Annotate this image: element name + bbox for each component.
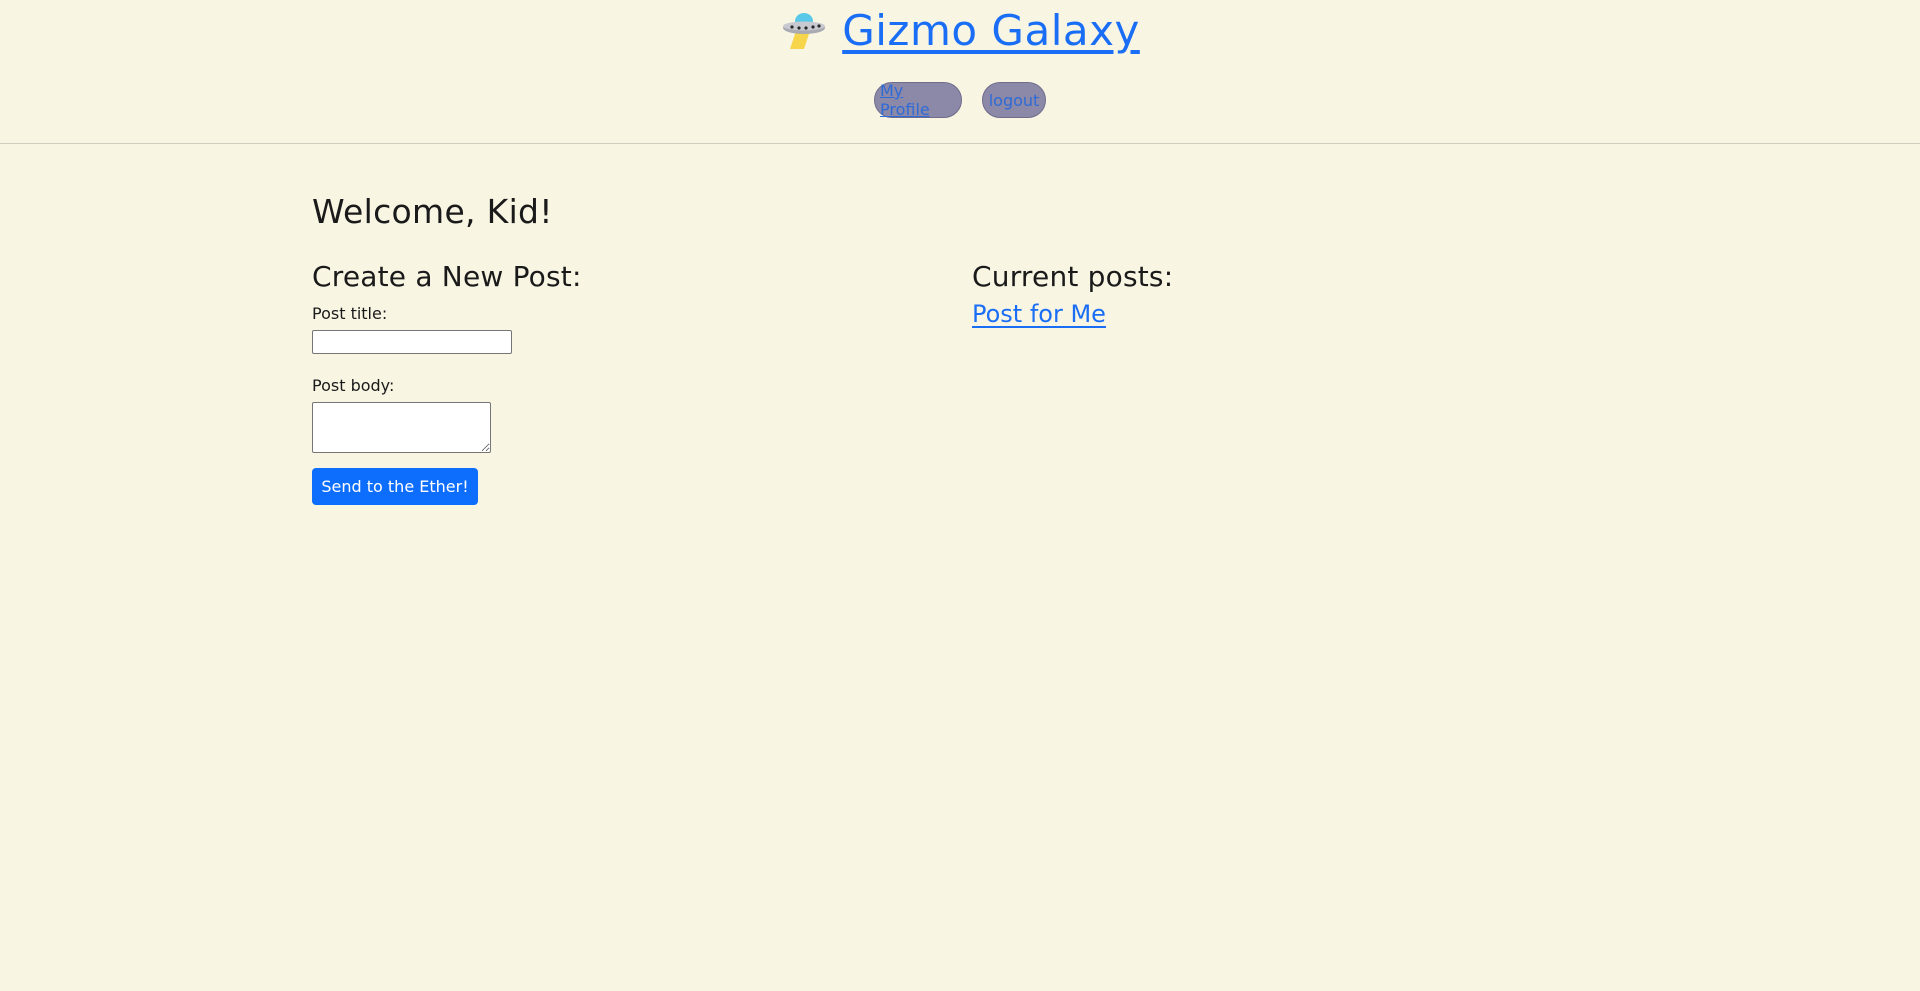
- welcome-heading: Welcome, Kid!: [312, 192, 553, 231]
- site-title-link[interactable]: Gizmo Galaxy: [842, 6, 1140, 55]
- create-post-heading: Create a New Post:: [312, 260, 582, 293]
- logout-button[interactable]: logout: [982, 82, 1046, 118]
- post-body-label: Post body:: [312, 376, 395, 395]
- main-content: Welcome, Kid! Create a New Post: Post ti…: [0, 144, 1920, 991]
- current-posts-heading: Current posts:: [972, 260, 1174, 293]
- brand: Gizmo Galaxy: [0, 6, 1920, 55]
- post-title-input[interactable]: [312, 330, 512, 354]
- post-title-label: Post title:: [312, 304, 388, 323]
- create-post-section: Create a New Post: Post title: Post body…: [312, 260, 872, 505]
- ufo-icon: [783, 12, 826, 49]
- my-profile-button[interactable]: My Profile: [874, 81, 962, 119]
- post-link[interactable]: Post for Me: [972, 300, 1106, 328]
- site-header: Gizmo Galaxy My Profile logout: [0, 0, 1920, 144]
- header-nav: My Profile logout: [0, 81, 1920, 119]
- post-body-textarea[interactable]: [312, 402, 491, 453]
- current-posts-section: Current posts: Post for Me: [972, 260, 1532, 328]
- send-post-button[interactable]: Send to the Ether!: [312, 468, 478, 505]
